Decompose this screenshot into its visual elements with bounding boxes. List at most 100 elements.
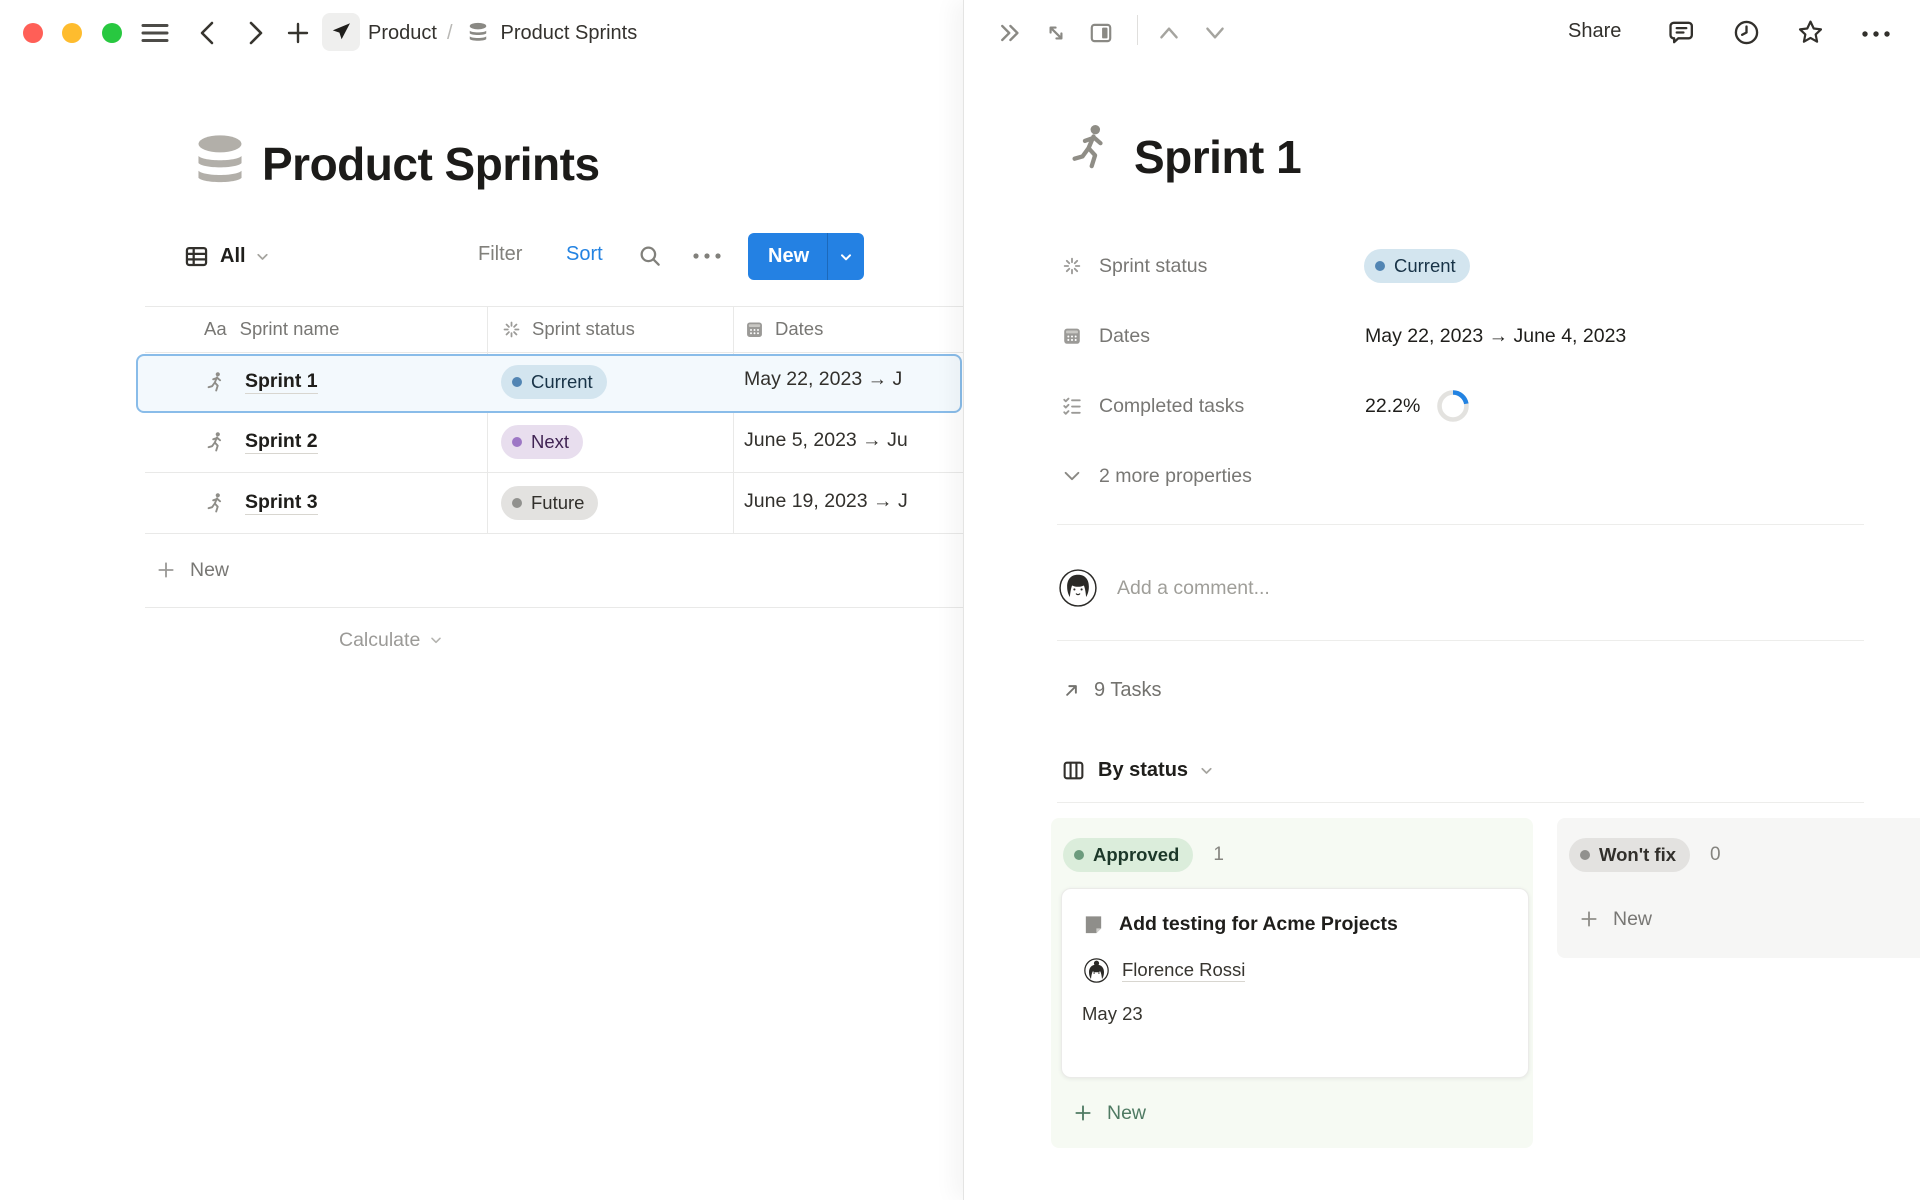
table-row-sprint1-name-cell[interactable]: Sprint 1 [203, 354, 318, 409]
row-title[interactable]: Sprint 3 [245, 491, 318, 515]
page-title-database-icon[interactable] [186, 126, 254, 198]
board-view-tab[interactable]: By status [1061, 750, 1215, 790]
share-button[interactable]: Share [1568, 20, 1621, 43]
column-header-dates[interactable]: Dates [744, 306, 823, 352]
add-comment-row[interactable]: Add a comment... [1059, 564, 1270, 612]
breadcrumb-item-current[interactable]: Product Sprints [501, 22, 638, 45]
status-pill-current: Current [501, 365, 607, 399]
more-options-icon[interactable] [690, 248, 724, 264]
page-icon [1082, 913, 1105, 936]
updates-clock-icon[interactable] [1731, 17, 1762, 48]
group-count: 0 [1710, 844, 1721, 866]
table-row-sprint2-dates-cell[interactable]: June 5, 2023 → Ju [744, 429, 908, 452]
sidebar-menu-icon[interactable] [140, 21, 170, 45]
double-chevron-right-icon[interactable] [997, 19, 1025, 47]
side-peek-panel: Share Sprint 1 Sprint status Current [963, 0, 1920, 1200]
side-peek-view-icon[interactable] [1088, 20, 1114, 46]
table-row-sprint1-status-cell[interactable]: Current [501, 365, 607, 399]
table-new-row-button[interactable]: New [156, 533, 229, 607]
table-row-sprint3-status-cell[interactable]: Future [501, 486, 598, 520]
breadcrumb-page-icon[interactable] [322, 13, 360, 51]
plus-icon [1579, 909, 1599, 929]
board-new-card-approved[interactable]: New [1073, 1096, 1146, 1130]
card-assignee-row: Florence Rossi [1084, 958, 1528, 983]
property-label-dates[interactable]: Dates [1061, 318, 1150, 354]
new-page-icon[interactable] [286, 21, 310, 45]
divider [1057, 524, 1864, 525]
status-property-icon [1061, 255, 1083, 277]
chevron-down-icon [1061, 465, 1083, 487]
divider [145, 352, 963, 353]
chevron-down-icon [1198, 762, 1215, 779]
new-entry-dropdown-button[interactable] [827, 233, 864, 280]
calendar-icon [1061, 325, 1083, 347]
tasks-database-link[interactable]: 9 Tasks [1061, 672, 1161, 708]
status-pill-current: Current [1364, 249, 1470, 283]
status-dot [1074, 850, 1084, 860]
board-card[interactable]: Add testing for Acme Projects Florence R… [1061, 888, 1529, 1078]
column-divider [733, 306, 734, 533]
window-close-button[interactable] [23, 23, 43, 43]
property-value-dates[interactable]: May 22, 2023 → June 4, 2023 [1365, 325, 1626, 348]
column-divider [487, 306, 488, 533]
assignee-avatar [1084, 958, 1109, 983]
open-full-page-icon[interactable] [1043, 20, 1069, 46]
back-button[interactable] [196, 20, 220, 46]
column-header-sprint-name[interactable]: Aa Sprint name [204, 306, 339, 352]
property-label-sprint-status[interactable]: Sprint status [1061, 248, 1207, 284]
new-entry-button[interactable]: New [748, 233, 827, 280]
runner-icon [203, 491, 227, 515]
main-page: Product / Product Sprints Product Sprint… [0, 0, 963, 1200]
breadcrumb-item-product[interactable]: Product [368, 22, 437, 45]
property-value-sprint-status[interactable]: Current [1364, 249, 1470, 283]
next-record-icon[interactable] [1202, 22, 1228, 44]
divider [1057, 640, 1864, 641]
page-title[interactable]: Product Sprints [262, 137, 600, 191]
table-row-sprint2-name-cell[interactable]: Sprint 2 [203, 413, 318, 471]
property-label-completed-tasks[interactable]: Completed tasks [1061, 388, 1244, 424]
user-avatar [1059, 569, 1097, 607]
breadcrumb: Product / Product Sprints [368, 18, 637, 48]
table-row-sprint1-dates-cell[interactable]: May 22, 2023 → J [744, 368, 902, 391]
filter-button[interactable]: Filter [478, 243, 522, 266]
divider [145, 472, 963, 473]
comments-icon[interactable] [1666, 17, 1697, 48]
calendar-icon [744, 319, 765, 340]
chevron-down-icon [428, 632, 444, 648]
board-group-header-approved[interactable]: Approved 1 [1063, 838, 1224, 872]
sort-button[interactable]: Sort [566, 243, 603, 266]
calculate-button[interactable]: Calculate [339, 622, 444, 658]
page-more-options-icon[interactable] [1859, 27, 1893, 41]
chevron-down-icon [254, 248, 271, 265]
record-runner-icon[interactable] [1062, 120, 1116, 174]
row-title[interactable]: Sprint 1 [245, 370, 318, 394]
more-properties-toggle[interactable]: 2 more properties [1061, 458, 1252, 494]
add-comment-placeholder[interactable]: Add a comment... [1117, 577, 1270, 600]
table-row-sprint2-status-cell[interactable]: Next [501, 425, 583, 459]
status-dot [512, 437, 522, 447]
status-pill-next: Next [501, 425, 583, 459]
checklist-icon [1061, 395, 1083, 417]
table-row-sprint3-dates-cell[interactable]: June 19, 2023 → J [744, 490, 908, 513]
window-zoom-button[interactable] [102, 23, 122, 43]
group-count: 1 [1213, 844, 1224, 866]
table-view-icon [183, 243, 210, 270]
record-title[interactable]: Sprint 1 [1134, 130, 1301, 184]
app-window: Product / Product Sprints Product Sprint… [0, 0, 1920, 1200]
window-minimize-button[interactable] [62, 23, 82, 43]
property-value-completed-tasks[interactable]: 22.2% [1365, 388, 1470, 424]
row-title[interactable]: Sprint 2 [245, 430, 318, 454]
view-tab-all[interactable]: All [183, 233, 271, 279]
divider [1057, 802, 1864, 803]
divider [145, 533, 963, 534]
board-new-card-wont-fix[interactable]: New [1579, 902, 1652, 936]
search-icon[interactable] [637, 243, 663, 269]
favorite-star-icon[interactable] [1795, 17, 1826, 48]
status-dot [512, 498, 522, 508]
table-row-sprint3-name-cell[interactable]: Sprint 3 [203, 474, 318, 532]
board-group-header-wont-fix[interactable]: Won't fix 0 [1569, 838, 1721, 872]
card-title-row: Add testing for Acme Projects [1082, 913, 1528, 936]
previous-record-icon[interactable] [1156, 22, 1182, 44]
forward-button[interactable] [243, 20, 267, 46]
column-header-sprint-status[interactable]: Sprint status [501, 306, 635, 352]
